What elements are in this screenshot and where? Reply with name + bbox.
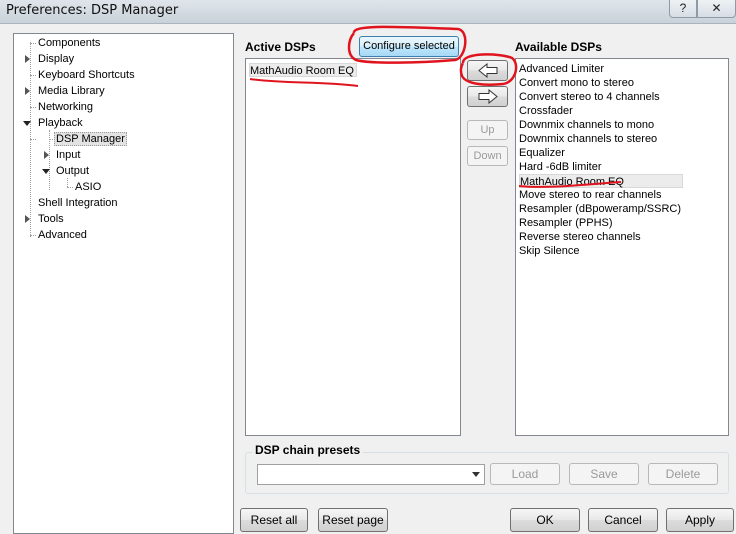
- tree-item-components[interactable]: Components: [36, 35, 102, 51]
- available-dsp-item[interactable]: Equalizer: [519, 146, 565, 160]
- available-dsp-item[interactable]: Downmix channels to mono: [519, 118, 654, 132]
- available-dsp-item[interactable]: Crossfader: [519, 104, 573, 118]
- collapse-output-icon[interactable]: [42, 169, 50, 174]
- preferences-tree: Components Display Keyboard Shortcuts Me…: [13, 33, 234, 534]
- available-dsp-item[interactable]: Downmix channels to stereo: [519, 132, 657, 146]
- move-down-button[interactable]: Down: [467, 146, 508, 166]
- available-dsp-item[interactable]: Resampler (dBpoweramp/SSRC): [519, 202, 681, 216]
- expand-media-library-icon[interactable]: [25, 87, 30, 95]
- presets-combo[interactable]: [257, 464, 485, 485]
- remove-dsp-button[interactable]: [467, 86, 508, 107]
- available-dsps-list[interactable]: Advanced Limiter Convert mono to stereo …: [515, 58, 729, 436]
- expand-input-icon[interactable]: [44, 151, 49, 159]
- available-dsp-item[interactable]: Hard -6dB limiter: [519, 160, 602, 174]
- available-dsp-item[interactable]: Skip Silence: [519, 244, 580, 258]
- tree-item-advanced[interactable]: Advanced: [36, 227, 89, 243]
- add-dsp-button[interactable]: [467, 60, 508, 81]
- configure-selected-button[interactable]: Configure selected: [359, 36, 459, 57]
- right-arrow-icon: [478, 88, 498, 105]
- cancel-button[interactable]: Cancel: [588, 508, 658, 532]
- tree-item-keyboard-shortcuts[interactable]: Keyboard Shortcuts: [36, 67, 137, 83]
- reset-page-button[interactable]: Reset page: [318, 508, 388, 532]
- tree-item-display[interactable]: Display: [36, 51, 76, 67]
- left-arrow-icon: [477, 62, 497, 79]
- collapse-playback-icon[interactable]: [23, 121, 31, 126]
- active-dsp-item[interactable]: MathAudio Room EQ: [249, 63, 357, 77]
- tree-item-dsp-manager[interactable]: DSP Manager: [54, 131, 127, 147]
- help-button[interactable]: ?: [669, 0, 697, 18]
- active-dsps-list[interactable]: MathAudio Room EQ: [245, 58, 461, 436]
- available-dsp-item[interactable]: Resampler (PPHS): [519, 216, 613, 230]
- presets-heading: DSP chain presets: [252, 443, 364, 457]
- apply-button[interactable]: Apply: [666, 508, 734, 532]
- tree-item-asio[interactable]: ASIO: [73, 179, 103, 195]
- tree-item-output[interactable]: Output: [54, 163, 91, 179]
- ok-button[interactable]: OK: [510, 508, 580, 532]
- expand-tools-icon[interactable]: [25, 215, 30, 223]
- close-button[interactable]: ✕: [697, 0, 736, 18]
- chevron-down-icon[interactable]: [472, 472, 480, 477]
- tree-item-playback[interactable]: Playback: [36, 115, 85, 131]
- available-dsp-item[interactable]: Advanced Limiter: [519, 62, 604, 76]
- tree-item-networking[interactable]: Networking: [36, 99, 95, 115]
- delete-preset-button[interactable]: Delete: [648, 463, 718, 485]
- save-preset-button[interactable]: Save: [569, 463, 639, 485]
- tree-item-shell-integration[interactable]: Shell Integration: [36, 195, 120, 211]
- available-dsp-item-selected[interactable]: MathAudio Room EQ: [519, 174, 683, 188]
- reset-all-button[interactable]: Reset all: [240, 508, 308, 532]
- title-bar: Preferences: DSP Manager ? ✕: [0, 0, 736, 24]
- window-title: Preferences: DSP Manager: [6, 3, 179, 18]
- available-dsps-heading: Available DSPs: [515, 40, 602, 54]
- move-up-button[interactable]: Up: [467, 120, 508, 140]
- available-dsp-item[interactable]: Move stereo to rear channels: [519, 188, 661, 202]
- tree-item-tools[interactable]: Tools: [36, 211, 66, 227]
- tree-item-media-library[interactable]: Media Library: [36, 83, 107, 99]
- tree-item-input[interactable]: Input: [54, 147, 82, 163]
- active-dsps-heading: Active DSPs: [245, 40, 316, 54]
- load-preset-button[interactable]: Load: [490, 463, 560, 485]
- available-dsp-item[interactable]: Reverse stereo channels: [519, 230, 641, 244]
- available-dsp-item[interactable]: Convert stereo to 4 channels: [519, 90, 660, 104]
- expand-display-icon[interactable]: [25, 55, 30, 63]
- available-dsp-item[interactable]: Convert mono to stereo: [519, 76, 634, 90]
